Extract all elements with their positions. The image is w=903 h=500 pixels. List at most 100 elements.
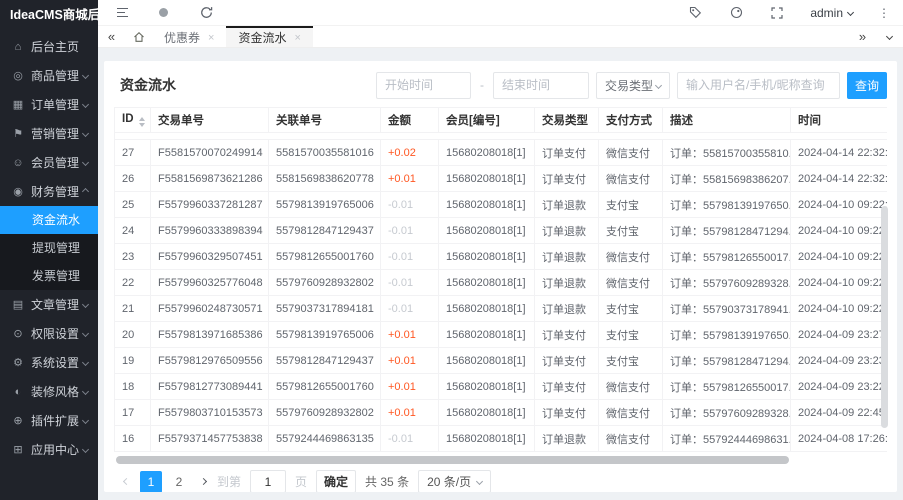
sidebar-item-article[interactable]: ▤文章管理 [0,290,98,319]
cell-pay: 支付宝 [599,348,663,374]
tabs-menu-button[interactable] [876,26,903,47]
page-size-label: 20 条/页 [427,473,471,490]
cell-rel_no: 5579812847129437 [269,218,381,244]
theme-icon[interactable] [728,5,744,21]
cell-id: 23 [115,244,151,270]
page-size-select[interactable]: 20 条/页 [418,470,491,492]
start-time-input[interactable] [376,72,471,99]
cell-id: 22 [115,270,151,296]
sidebar-item-style[interactable]: ◐装修风格 [0,377,98,406]
cell-desc: 订单：55792444698631... [663,426,791,452]
cell-pay: 微信支付 [599,426,663,452]
cell-amount: -0.01 [381,296,439,322]
sidebar-item-app[interactable]: ⊞应用中心 [0,435,98,464]
cell-desc: 订单：55798139197650... [663,192,791,218]
prev-page-button[interactable] [122,479,131,484]
cell-type: 订单退款 [535,270,599,296]
cell-desc: 订单：55815698386207... [663,166,791,192]
tab-优惠券[interactable]: 优惠券× [152,26,226,47]
filters: - 交易类型 查询 [376,72,887,99]
globe-icon[interactable] [155,5,171,21]
content-panel: 资金流水 - 交易类型 查询 ID交易单号关联单号金额会员[编号]交易类型支付方… [104,61,897,492]
cell-time: 2024-04-10 09:22: [791,218,888,244]
cell-desc: 订单：55797609289328... [663,400,791,426]
table-row: 27F55815700702499145581570035581016+0.02… [115,140,888,166]
cell-pay: 微信支付 [599,270,663,296]
more-menu-icon[interactable]: ⋮ [878,6,890,20]
cell-desc: 订单：55790373178941... [663,296,791,322]
end-time-input[interactable] [493,72,589,99]
sidebar-item-label: 系统设置 [31,354,79,371]
page-numbers: 12 [140,471,190,493]
cell-type: 订单退款 [535,218,599,244]
cell-desc: 订单：55798139197650... [663,322,791,348]
fullscreen-icon[interactable] [769,5,785,21]
transaction-type-select[interactable]: 交易类型 [596,72,670,99]
tab-close-icon[interactable]: × [294,32,300,44]
cell-id: 24 [115,218,151,244]
page-title: 资金流水 [114,75,176,95]
cell-type: 订单支付 [535,140,599,166]
sidebar-subitem[interactable]: 发票管理 [0,262,98,290]
sidebar-item-marketing[interactable]: ⚑营销管理 [0,119,98,148]
sidebar-item-permission[interactable]: ⊙权限设置 [0,319,98,348]
tab-close-icon[interactable]: × [208,32,214,44]
sidebar-item-label: 商品管理 [31,67,79,84]
sidebar-item-label: 订单管理 [31,96,79,113]
sidebar-item-goods[interactable]: ◎商品管理 [0,61,98,90]
table-row: 26F55815698736212865581569838620778+0.01… [115,166,888,192]
finance-icon: ◉ [11,185,25,198]
horizontal-scrollbar [114,456,887,464]
tabs-scroll-right-button[interactable]: » [849,26,876,47]
page-number-2[interactable]: 2 [168,471,190,493]
cell-trade_no: F5579960329507451 [151,244,269,270]
collapse-menu-icon[interactable] [117,8,128,18]
cell-id: 27 [115,140,151,166]
tag-icon[interactable] [687,5,703,21]
cell-type: 订单支付 [535,348,599,374]
cell-id: 19 [115,348,151,374]
sidebar-submenu: 资金流水提现管理发票管理 [0,206,98,290]
tab-资金流水[interactable]: 资金流水× [226,26,312,47]
goto-confirm-button[interactable]: 确定 [316,470,356,492]
cell-time: 2024-04-09 22:45: [791,400,888,426]
cell-id: 25 [115,192,151,218]
sidebar-item-member[interactable]: ☺会员管理 [0,148,98,177]
search-button[interactable]: 查询 [847,72,887,99]
cell-trade_no: F5579960333898394 [151,218,269,244]
tab-home-icon[interactable] [125,26,152,47]
cell-type: 订单退款 [535,426,599,452]
goto-page-input[interactable] [250,470,286,492]
sidebar-item-plugin[interactable]: ⊕插件扩展 [0,406,98,435]
cell-pay: 微信支付 [599,166,663,192]
cell-time: 2024-04-14 22:32: [791,166,888,192]
sidebar-item-system[interactable]: ⚙系统设置 [0,348,98,377]
cell-amount: -0.01 [381,244,439,270]
user-menu[interactable]: admin [810,6,853,20]
cell-amount: +0.01 [381,348,439,374]
cell-pay: 微信支付 [599,140,663,166]
column-header: 交易类型 [535,108,599,133]
column-header: 关联单号 [269,108,381,133]
cell-pay: 支付宝 [599,192,663,218]
column-header: 交易单号 [151,108,269,133]
cell-pay: 支付宝 [599,322,663,348]
sidebar-item-label: 应用中心 [31,441,79,458]
sidebar-item-order[interactable]: ▦ 订单管理 [0,90,98,119]
horizontal-scrollbar-thumb[interactable] [116,456,789,464]
order-icon: ▦ [11,98,25,111]
refresh-icon[interactable] [198,5,214,21]
keyword-search-input[interactable] [677,72,840,99]
chevron-down-icon [82,330,89,337]
vertical-scrollbar-thumb[interactable] [881,206,888,428]
sidebar-subitem[interactable]: 提现管理 [0,234,98,262]
page-number-1[interactable]: 1 [140,471,162,493]
sidebar-item-finance[interactable]: ◉财务管理 [0,177,98,206]
top-header: admin ⋮ [98,0,903,26]
sidebar-item-home[interactable]: ⌂后台主页 [0,32,98,61]
sidebar-subitem[interactable]: 资金流水 [0,206,98,234]
sort-icon[interactable] [139,117,145,127]
cell-pay: 支付宝 [599,296,663,322]
cell-member: 15680208018[1] [439,374,535,400]
next-page-button[interactable] [199,479,208,484]
